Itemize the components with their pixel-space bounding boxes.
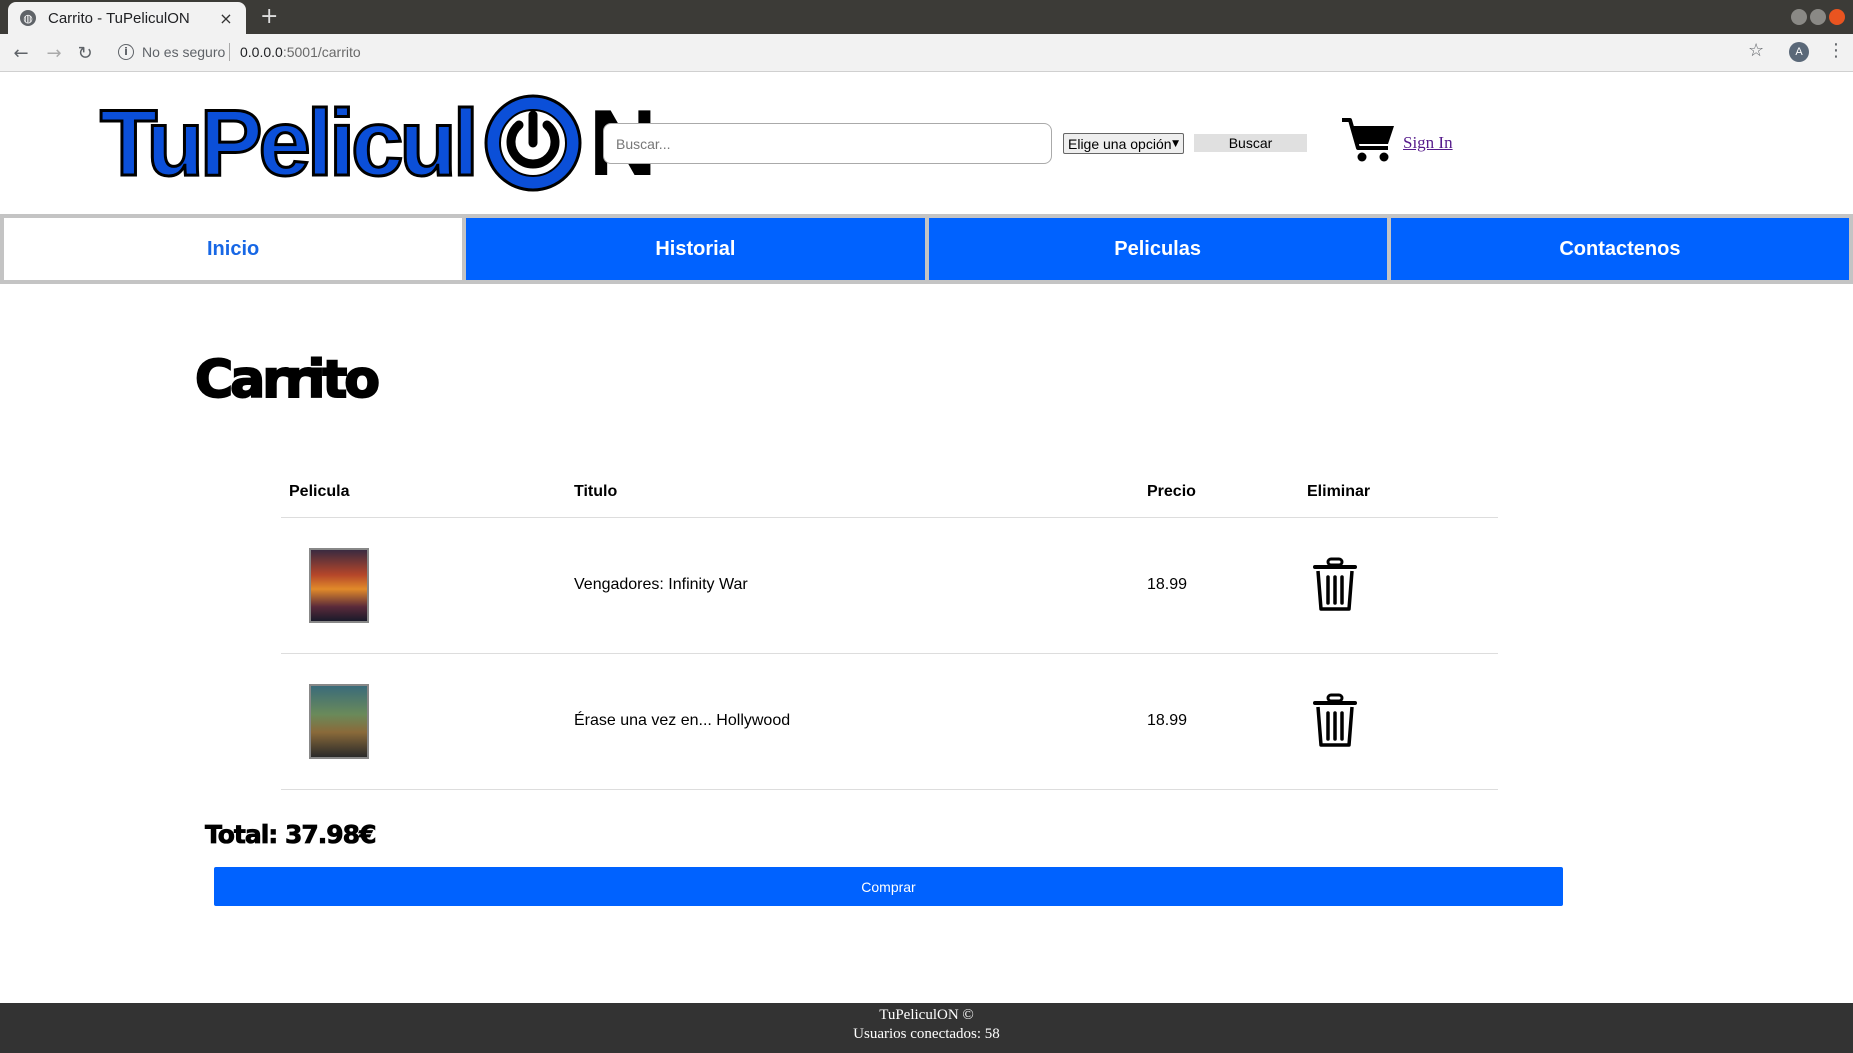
reload-icon[interactable]: ↻ xyxy=(72,40,98,66)
movie-price: 18.99 xyxy=(1139,653,1299,790)
footer-users-online: Usuarios conectados: 58 xyxy=(853,1026,1000,1042)
column-header-precio: Precio xyxy=(1139,468,1299,518)
movie-title: Érase una vez en... Hollywood xyxy=(566,653,1139,790)
info-icon[interactable]: i xyxy=(118,44,134,60)
column-header-pelicula: Pelicula xyxy=(281,468,566,518)
main-nav: Inicio Historial Peliculas Contactenos xyxy=(0,214,1853,284)
delete-cell xyxy=(1299,517,1498,654)
movie-price: 18.99 xyxy=(1139,517,1299,654)
logo-text: TuPelicul xyxy=(99,90,481,195)
nav-item-inicio[interactable]: Inicio xyxy=(4,218,463,280)
window-close-button[interactable] xyxy=(1829,9,1845,25)
table-row: Vengadores: Infinity War 18.99 xyxy=(281,517,1498,654)
browser-tabbar: ◍ Carrito - TuPeliculON × + xyxy=(0,0,1853,34)
url-divider xyxy=(229,43,230,61)
browser-toolbar: ← → ↻ i No es seguro 0.0.0.0:5001/carrit… xyxy=(0,34,1853,72)
table-header-row: Pelicula Titulo Precio Eliminar xyxy=(281,468,1498,518)
url-security-label[interactable]: No es seguro xyxy=(142,44,225,60)
trash-icon[interactable] xyxy=(1312,557,1358,613)
forward-arrow-icon[interactable]: → xyxy=(41,40,67,66)
footer-copyright: TuPeliculON © xyxy=(879,1007,974,1023)
category-select[interactable]: Elige una opción ▼ xyxy=(1063,133,1184,154)
new-tab-icon[interactable]: + xyxy=(260,4,278,29)
trash-icon[interactable] xyxy=(1312,693,1358,749)
search-button[interactable]: Buscar xyxy=(1194,134,1307,152)
cart-total: Total: 37.98€ xyxy=(205,820,377,850)
browser-menu-icon[interactable]: ⋮ xyxy=(1827,40,1845,61)
url-host: 0.0.0.0 xyxy=(240,44,283,60)
url-path: :5001/carrito xyxy=(282,44,361,60)
window-minimize-button[interactable] xyxy=(1791,9,1807,25)
caret-down-icon: ▼ xyxy=(1172,138,1179,149)
bookmark-star-icon[interactable]: ☆ xyxy=(1748,40,1764,61)
movie-poster xyxy=(309,547,369,623)
page: TuPelicul N Elige una opción ▼ Buscar Si… xyxy=(0,72,1853,1053)
poster-cell xyxy=(281,517,566,654)
column-header-titulo: Titulo xyxy=(566,468,1139,518)
site-logo[interactable]: TuPelicul N xyxy=(99,90,657,196)
movie-poster xyxy=(309,683,369,759)
nav-item-contactenos[interactable]: Contactenos xyxy=(1390,218,1849,280)
poster-cell xyxy=(281,653,566,790)
nav-item-historial[interactable]: Historial xyxy=(466,218,925,280)
tab-close-icon[interactable]: × xyxy=(218,9,234,28)
footer: TuPeliculON © Usuarios conectados: 58 xyxy=(0,1003,1853,1053)
browser-tab[interactable]: ◍ Carrito - TuPeliculON × xyxy=(8,2,246,34)
cart-table: Pelicula Titulo Precio Eliminar Vengador… xyxy=(281,468,1498,790)
movie-title: Vengadores: Infinity War xyxy=(566,517,1139,654)
search-input[interactable] xyxy=(603,123,1052,164)
tab-title: Carrito - TuPeliculON xyxy=(48,9,190,27)
buy-button[interactable]: Comprar xyxy=(214,867,1563,906)
power-icon xyxy=(484,94,582,192)
nav-item-peliculas[interactable]: Peliculas xyxy=(928,218,1387,280)
page-title: Carrito xyxy=(194,349,381,411)
column-header-eliminar: Eliminar xyxy=(1299,468,1498,518)
sign-in-link[interactable]: Sign In xyxy=(1403,133,1453,153)
globe-icon: ◍ xyxy=(20,10,36,26)
profile-avatar[interactable]: A xyxy=(1789,42,1809,62)
back-arrow-icon[interactable]: ← xyxy=(8,40,34,66)
table-row: Érase una vez en... Hollywood 18.99 xyxy=(281,653,1498,790)
shopping-cart-icon[interactable] xyxy=(1340,116,1396,164)
delete-cell xyxy=(1299,653,1498,790)
window-maximize-button[interactable] xyxy=(1810,9,1826,25)
category-select-value: Elige una opción xyxy=(1068,135,1172,152)
address-bar[interactable]: 0.0.0.0:5001/carrito xyxy=(240,44,361,60)
